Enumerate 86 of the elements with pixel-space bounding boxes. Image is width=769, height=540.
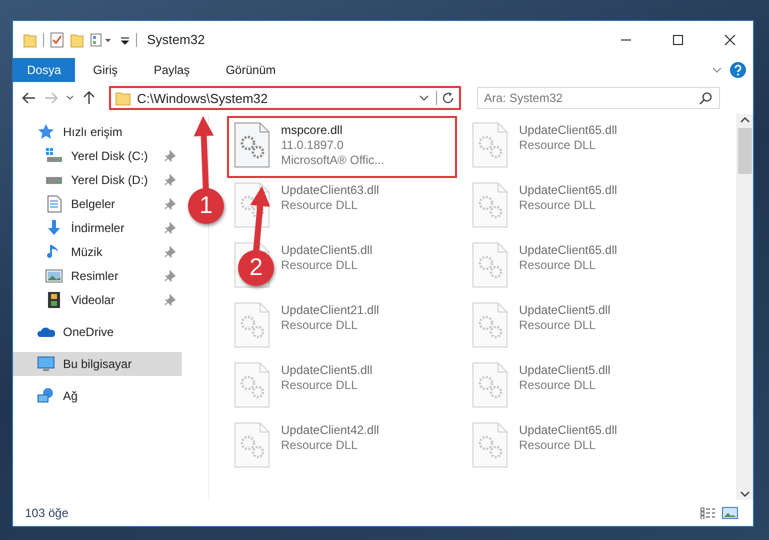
refresh-icon xyxy=(441,91,455,105)
help-icon[interactable] xyxy=(729,61,747,79)
file-detail: Resource DLL xyxy=(281,318,359,332)
list-icon xyxy=(700,507,716,519)
download-arrow-icon xyxy=(45,219,63,237)
file-detail: MicrosoftA® Offic... xyxy=(281,153,384,167)
checklist-icon[interactable] xyxy=(50,32,64,48)
document-icon xyxy=(45,195,63,213)
file-detail: 11.0.1897.0 xyxy=(281,138,345,152)
picture-icon xyxy=(45,267,63,285)
file-detail: Resource DLL xyxy=(519,318,597,332)
file-name: UpdateClient21.dll xyxy=(281,303,380,317)
nav-item[interactable]: Videolar xyxy=(13,288,182,312)
gear-file-icon xyxy=(471,121,509,169)
back-arrow-icon xyxy=(21,90,37,106)
gear-file-icon xyxy=(471,301,509,349)
item-count: 103 öğe xyxy=(25,506,70,520)
file-name: UpdateClient65.dll xyxy=(519,243,618,257)
drive-icon xyxy=(45,147,63,165)
nav-item[interactable]: Müzik xyxy=(13,240,182,264)
close-icon xyxy=(724,34,736,46)
star-icon xyxy=(37,123,55,141)
nav-item[interactable]: Ağ xyxy=(13,384,182,408)
file-detail: Resource DLL xyxy=(519,438,597,452)
folder-icon xyxy=(115,90,131,106)
file-item[interactable]: mspcore.dll 11.0.1897.0 MicrosoftA® Offic... xyxy=(229,118,455,176)
nav-item[interactable]: Yerel Disk (D:) xyxy=(13,168,182,192)
file-detail: Resource DLL xyxy=(519,378,597,392)
file-name: UpdateClient5.dll xyxy=(519,363,610,377)
network-icon xyxy=(37,387,55,405)
thumbnail-view-button[interactable] xyxy=(719,507,741,519)
up-button[interactable] xyxy=(81,90,97,106)
gear-file-icon xyxy=(471,241,509,289)
nav-item[interactable]: Yerel Disk (C:) xyxy=(13,144,182,168)
nav-item[interactable]: İndirmeler xyxy=(13,216,182,240)
scroll-thumb[interactable] xyxy=(738,128,752,174)
window-title: System32 xyxy=(147,32,206,47)
nav-item[interactable]: Bu bilgisayar xyxy=(13,352,182,376)
gear-file-icon xyxy=(233,421,271,469)
file-menu-tab[interactable]: Dosya xyxy=(13,58,76,82)
file-name: UpdateClient5.dll xyxy=(519,303,610,317)
file-detail: Resource DLL xyxy=(519,198,597,212)
back-button[interactable] xyxy=(21,90,37,106)
chevron-down-icon xyxy=(740,490,750,498)
nav-item[interactable]: Belgeler xyxy=(13,192,182,216)
ribbon-tab[interactable]: Giriş xyxy=(75,58,136,82)
file-detail: Resource DLL xyxy=(281,258,359,272)
file-detail: Resource DLL xyxy=(281,378,359,392)
computer-icon xyxy=(37,355,55,373)
film-icon xyxy=(45,291,63,309)
file-detail: Resource DLL xyxy=(281,198,359,212)
file-detail: Resource DLL xyxy=(519,138,597,152)
file-name: UpdateClient65.dll xyxy=(519,123,618,137)
gear-file-icon xyxy=(233,361,271,409)
properties-icon[interactable] xyxy=(90,32,114,48)
address-path: C:\Windows\System32 xyxy=(137,90,269,106)
nav-item[interactable]: Resimler xyxy=(13,264,182,288)
file-name: mspcore.dll xyxy=(281,123,344,137)
file-name: UpdateClient65.dll xyxy=(519,423,618,437)
file-name: UpdateClient65.dll xyxy=(519,183,618,197)
nav-item[interactable]: Hızlı erişim xyxy=(13,120,182,144)
gear-file-icon xyxy=(471,421,509,469)
file-name: UpdateClient42.dll xyxy=(281,423,380,437)
scrollbar[interactable] xyxy=(736,114,753,500)
file-name: UpdateClient63.dll xyxy=(281,183,380,197)
search-field[interactable]: Ara: System32 xyxy=(477,87,720,109)
gear-file-icon xyxy=(233,301,271,349)
gear-file-icon xyxy=(471,361,509,409)
refresh-button[interactable] xyxy=(436,91,455,105)
callout-arrow xyxy=(250,186,270,252)
up-arrow-icon xyxy=(81,90,97,106)
chevron-up-icon xyxy=(740,116,750,124)
maximize-icon xyxy=(672,34,684,46)
picture-icon xyxy=(722,507,738,519)
ribbon-tab[interactable]: Paylaş xyxy=(136,58,208,82)
file-name: UpdateClient5.dll xyxy=(281,363,372,377)
gear-file-icon xyxy=(471,181,509,229)
gear-file-icon xyxy=(233,121,271,169)
forward-arrow-icon xyxy=(43,90,59,106)
search-icon xyxy=(699,91,713,105)
file-detail: Resource DLL xyxy=(519,258,597,272)
address-bar[interactable]: C:\Windows\System32 xyxy=(109,86,461,110)
file-name: UpdateClient5.dll xyxy=(281,243,372,257)
nav-item[interactable]: OneDrive xyxy=(13,320,182,344)
ribbon-tab[interactable]: Görünüm xyxy=(208,58,294,82)
file-detail: Resource DLL xyxy=(281,438,359,452)
